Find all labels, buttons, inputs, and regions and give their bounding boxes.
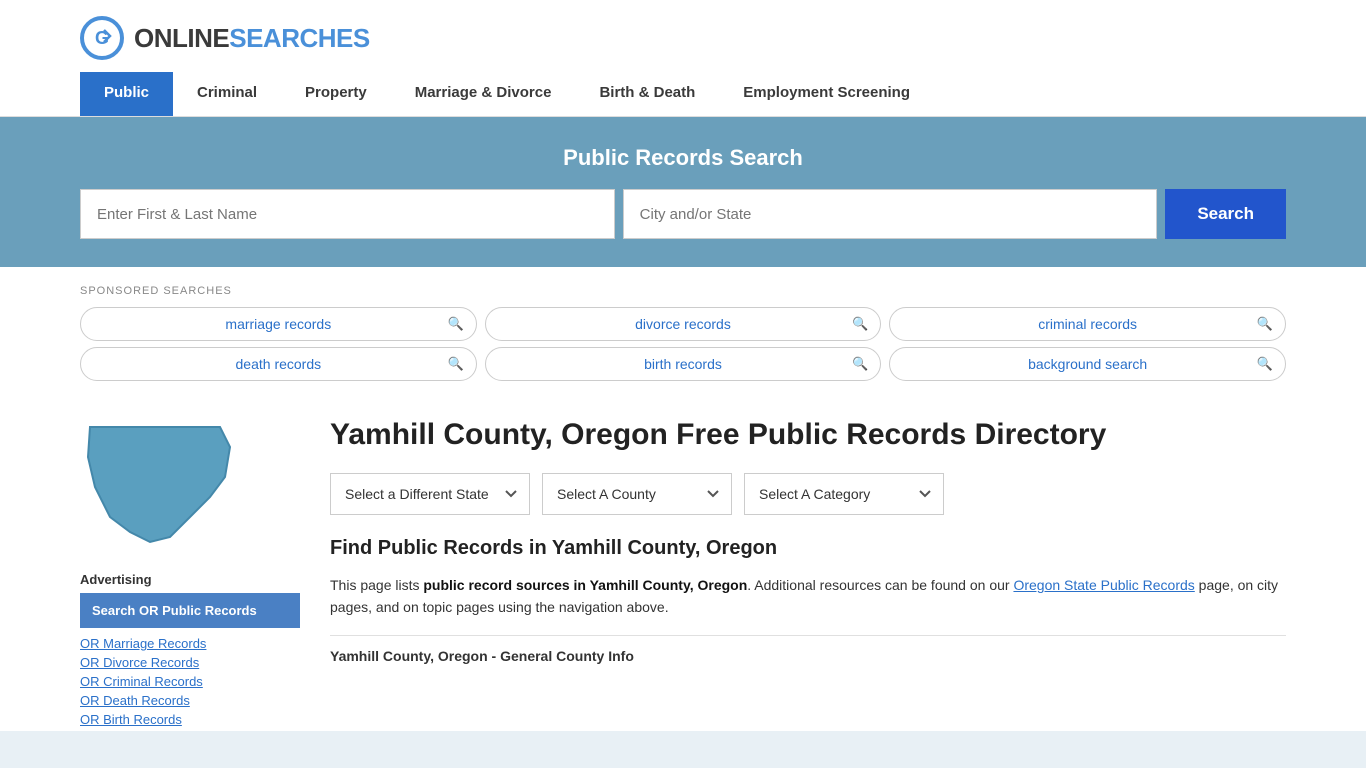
find-title: Find Public Records in Yamhill County, O…: [330, 537, 1286, 560]
sponsored-grid-2: death records 🔍 birth records 🔍 backgrou…: [80, 347, 1286, 381]
state-map: [80, 417, 300, 552]
sponsored-label: SPONSORED SEARCHES: [80, 285, 1286, 297]
sponsored-tag-background[interactable]: background search 🔍: [889, 347, 1286, 381]
sidebar-link-3[interactable]: OR Death Records: [80, 693, 300, 708]
county-info-label: Yamhill County, Oregon - General County …: [330, 635, 1286, 664]
nav-item-birth-death[interactable]: Birth & Death: [575, 72, 719, 116]
location-input[interactable]: [623, 189, 1158, 239]
sidebar-featured-link[interactable]: Search OR Public Records: [80, 593, 300, 628]
header: G ONLINE SEARCHES Public Criminal Proper…: [0, 0, 1366, 117]
sponsored-tag-criminal[interactable]: criminal records 🔍: [889, 307, 1286, 341]
search-icon-3: 🔍: [1257, 316, 1273, 332]
sidebar-link-1[interactable]: OR Divorce Records: [80, 655, 300, 670]
sidebar-link-4[interactable]: OR Birth Records: [80, 712, 300, 727]
logo-searches: SEARCHES: [229, 23, 369, 54]
main-section: Yamhill County, Oregon Free Public Recor…: [330, 397, 1286, 731]
selects-row: Select a Different State Select A County…: [330, 473, 1286, 515]
search-banner-title: Public Records Search: [80, 145, 1286, 171]
nav-item-marriage-divorce[interactable]: Marriage & Divorce: [391, 72, 576, 116]
description-text: This page lists public record sources in…: [330, 574, 1286, 619]
sidebar-link-0[interactable]: OR Marriage Records: [80, 636, 300, 651]
search-icon-2: 🔍: [852, 316, 868, 332]
logo-icon: G: [80, 16, 124, 60]
nav-item-public[interactable]: Public: [80, 72, 173, 116]
page-body: Advertising Search OR Public Records OR …: [0, 397, 1366, 731]
county-select[interactable]: Select A County: [542, 473, 732, 515]
search-button[interactable]: Search: [1165, 189, 1286, 239]
sidebar-link-2[interactable]: OR Criminal Records: [80, 674, 300, 689]
main-nav: Public Criminal Property Marriage & Divo…: [80, 72, 1286, 116]
state-select[interactable]: Select a Different State: [330, 473, 530, 515]
search-banner: Public Records Search Search: [0, 117, 1366, 267]
nav-item-criminal[interactable]: Criminal: [173, 72, 281, 116]
oregon-state-link[interactable]: Oregon State Public Records: [1013, 577, 1194, 593]
search-icon-1: 🔍: [447, 316, 463, 332]
advertising-label: Advertising: [80, 572, 300, 587]
search-icon-4: 🔍: [447, 356, 463, 372]
nav-item-employment[interactable]: Employment Screening: [719, 72, 934, 116]
logo-online: ONLINE: [134, 23, 229, 54]
nav-item-property[interactable]: Property: [281, 72, 391, 116]
search-icon-6: 🔍: [1257, 356, 1273, 372]
sponsored-grid: marriage records 🔍 divorce records 🔍 cri…: [80, 307, 1286, 341]
sponsored-tag-birth[interactable]: birth records 🔍: [485, 347, 882, 381]
page-title: Yamhill County, Oregon Free Public Recor…: [330, 417, 1286, 453]
name-input[interactable]: [80, 189, 615, 239]
category-select[interactable]: Select A Category: [744, 473, 944, 515]
sidebar: Advertising Search OR Public Records OR …: [80, 397, 300, 731]
sponsored-area: SPONSORED SEARCHES marriage records 🔍 di…: [0, 267, 1366, 397]
sponsored-tag-divorce[interactable]: divorce records 🔍: [485, 307, 882, 341]
sponsored-tag-marriage[interactable]: marriage records 🔍: [80, 307, 477, 341]
search-icon-5: 🔍: [852, 356, 868, 372]
search-form: Search: [80, 189, 1286, 239]
logo-area: G ONLINE SEARCHES: [80, 16, 1286, 60]
sponsored-tag-death[interactable]: death records 🔍: [80, 347, 477, 381]
